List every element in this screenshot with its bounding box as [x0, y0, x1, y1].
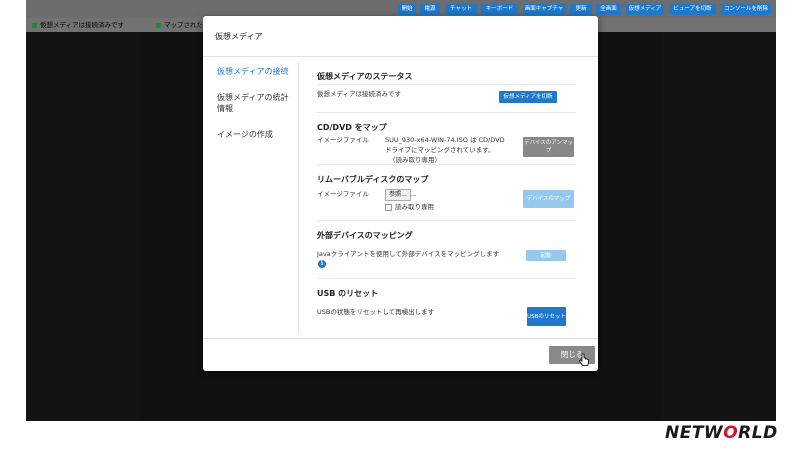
external-section-title: 外部デバイスのマッピング	[317, 231, 413, 240]
toolbar-button-virtual-media[interactable]: 仮想メディア	[626, 4, 664, 15]
status-section: 仮想メディアのステータス	[317, 71, 577, 82]
usb-reset-button[interactable]: USBのリセット	[527, 307, 566, 326]
browse-button[interactable]: 参照...	[385, 189, 411, 201]
nav-item-connect[interactable]: 仮想メディアの接続	[217, 66, 295, 77]
unmap-device-button[interactable]: デバイスのアンマップ	[523, 137, 574, 157]
dialog-title: 仮想メディア	[215, 32, 263, 41]
external-section: 外部デバイスのマッピング	[317, 230, 577, 241]
toolbar-button-fullscreen[interactable]: 全画面	[596, 4, 621, 15]
toolbar-button-power[interactable]: 電源	[420, 4, 440, 15]
toolbar-button-keyboard[interactable]: キーボード	[481, 4, 518, 15]
console-right-area	[661, 32, 776, 421]
readonly-checkbox[interactable]	[385, 204, 392, 211]
status-text: 仮想メディアは接続済みです	[317, 90, 402, 98]
file-name-placeholder: ...	[410, 190, 417, 198]
hand-cursor-icon	[578, 353, 589, 366]
launch-button[interactable]: 起動	[526, 250, 566, 261]
virtual-media-dialog: 仮想メディア 仮想メディアの接続 仮想メディアの統計情報 イメージの作成 仮想メ…	[203, 16, 598, 371]
cd-section-title: CD/DVD をマップ	[317, 123, 387, 132]
usb-reset-text: USBの状態をリセットして再検出します	[317, 308, 435, 316]
nav-item-create-image[interactable]: イメージの作成	[217, 129, 295, 140]
logo-text-o: O	[723, 423, 739, 443]
section-divider	[317, 278, 576, 279]
removable-section-title: リムーバブルディスクのマップ	[317, 175, 429, 184]
logo-text-end: RLD	[738, 423, 778, 443]
toolbar-button-disconnect-viewer[interactable]: ビューアを切断	[669, 4, 716, 15]
toolbar-button-start[interactable]: 開始	[398, 4, 416, 15]
dialog-header: 仮想メディア	[203, 16, 598, 57]
section-divider	[317, 112, 576, 113]
dialog-nav: 仮想メディアの接続 仮想メディアの統計情報 イメージの作成	[217, 66, 295, 155]
status-dot-icon	[32, 22, 37, 28]
readonly-label: 読み取り専用	[395, 203, 434, 211]
cd-section: CD/DVD をマップ	[317, 122, 577, 133]
toolbar-button-close-console[interactable]: コンソールを削除	[721, 4, 771, 15]
removable-section: リムーバブルディスクのマップ	[317, 174, 577, 185]
external-device-text: Javaクライアントを使用して外部デバイスをマッピングします	[317, 250, 500, 258]
toolbar-button-screen-capture[interactable]: 画面キャプチャ	[523, 4, 565, 15]
info-icon: i	[318, 260, 326, 268]
disconnect-virtual-media-button[interactable]: 仮想メディアを切断	[499, 91, 557, 103]
cd-image-value-line1: SUU_930-x64-WIN-74.ISO は CD/DVD	[385, 136, 505, 144]
dialog-footer-divider	[203, 338, 598, 339]
status-text-1: 仮想メディアは接続済みです	[40, 21, 125, 29]
cd-image-file-label: イメージファイル	[317, 136, 369, 144]
map-device-button[interactable]: デバイスのマップ	[523, 190, 574, 208]
status-section-title: 仮想メディアのステータス	[317, 72, 413, 81]
section-divider	[317, 84, 576, 85]
usb-section: USB のリセット	[317, 288, 577, 299]
logo-text-start: NETW	[665, 423, 724, 443]
nav-divider	[298, 62, 299, 332]
networld-logo: NETWORLD	[665, 423, 778, 443]
status-dot-icon	[156, 22, 161, 28]
toolbar-button-chat[interactable]: チャット	[445, 4, 477, 15]
usb-section-title: USB のリセット	[317, 289, 379, 298]
status-item-virtual-media: 仮想メディアは接続済みです	[32, 20, 124, 30]
nav-item-statistics[interactable]: 仮想メディアの統計情報	[217, 92, 295, 114]
console-left-area	[26, 32, 141, 421]
toolbar-button-refresh[interactable]: 更新	[570, 4, 592, 15]
cd-image-value-line2: ドライブにマッピングされています。	[385, 146, 495, 154]
status-text-2: マップされた	[164, 21, 203, 29]
section-divider	[317, 164, 576, 165]
status-item-mapped: マップされた	[156, 20, 203, 30]
section-divider	[317, 220, 576, 221]
removable-image-file-label: イメージファイル	[317, 190, 369, 198]
